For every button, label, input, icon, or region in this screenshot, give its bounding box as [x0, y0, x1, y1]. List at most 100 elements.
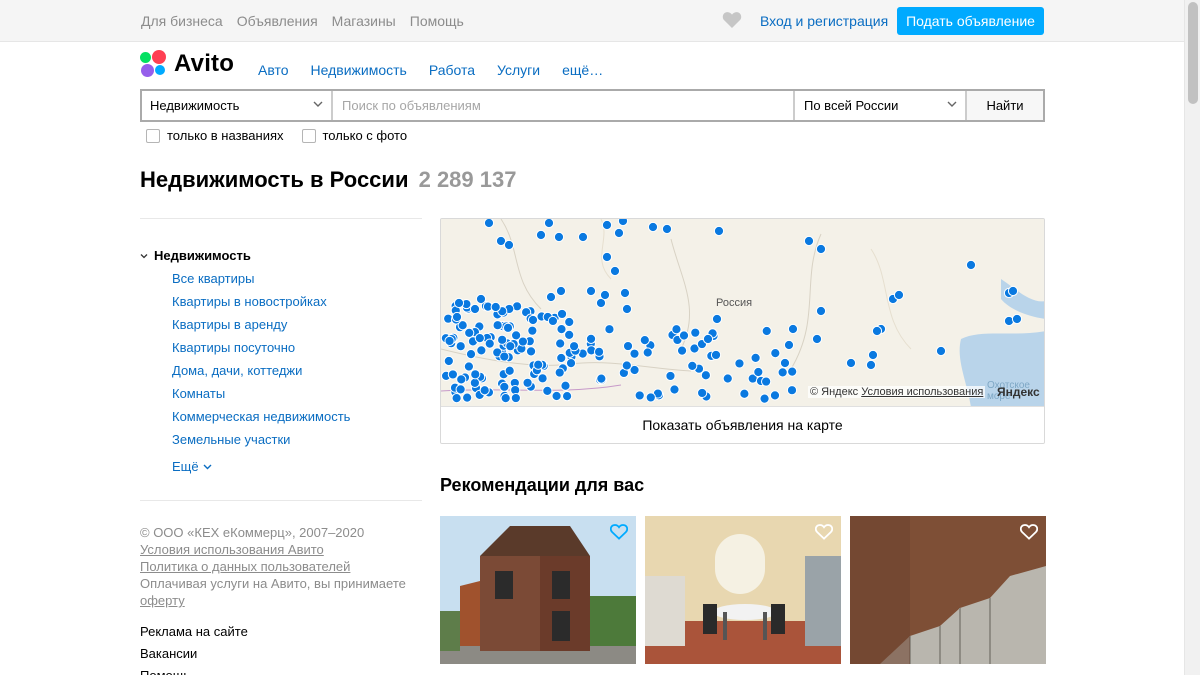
map-marker[interactable]	[609, 265, 621, 277]
map-marker[interactable]	[642, 347, 653, 358]
listings-map[interactable]: Россия Охотское море © Яндекс Условия ис…	[440, 218, 1045, 444]
map-marker[interactable]	[585, 333, 597, 345]
footer-link-jobs[interactable]: Вакансии	[140, 643, 248, 665]
map-marker[interactable]	[634, 390, 645, 401]
map-marker[interactable]	[484, 338, 495, 349]
map-marker[interactable]	[545, 291, 557, 303]
map-marker[interactable]	[687, 360, 698, 372]
post-ad-button[interactable]: Подать объявление	[897, 7, 1044, 35]
map-marker[interactable]	[527, 314, 539, 326]
map-marker[interactable]	[451, 311, 463, 323]
map-marker[interactable]	[556, 352, 567, 364]
map-marker[interactable]	[639, 335, 650, 346]
map-marker[interactable]	[456, 374, 467, 385]
map-marker[interactable]	[787, 366, 798, 377]
map-marker[interactable]	[483, 219, 495, 229]
map-marker[interactable]	[510, 392, 521, 404]
map-marker[interactable]	[779, 357, 791, 369]
page-scrollbar[interactable]	[1184, 0, 1200, 675]
map-marker[interactable]	[555, 285, 567, 297]
footer-link-help[interactable]: Помощь	[140, 665, 248, 675]
map-marker[interactable]	[470, 369, 481, 380]
sidebar-item-houses[interactable]: Дома, дачи, коттеджи	[172, 363, 350, 386]
map-marker[interactable]	[451, 393, 462, 404]
map-marker[interactable]	[734, 358, 745, 369]
map-marker[interactable]	[601, 219, 613, 231]
map-marker[interactable]	[463, 361, 475, 372]
map-marker[interactable]	[462, 392, 473, 403]
map-marker[interactable]	[469, 303, 481, 315]
map-marker[interactable]	[617, 219, 629, 227]
map-marker[interactable]	[593, 346, 605, 357]
map-marker[interactable]	[447, 369, 458, 380]
sidebar-item-daily[interactable]: Квартиры посуточно	[172, 340, 350, 363]
map-marker[interactable]	[811, 333, 823, 345]
map-marker[interactable]	[522, 377, 533, 388]
map-marker[interactable]	[739, 388, 750, 399]
map-marker[interactable]	[453, 297, 465, 309]
map-marker[interactable]	[465, 349, 477, 360]
sidebar-item-rent[interactable]: Квартиры в аренду	[172, 317, 350, 340]
category-select[interactable]: Недвижимость	[142, 91, 333, 120]
map-marker[interactable]	[815, 243, 827, 255]
sidebar-more[interactable]: Ещё	[172, 455, 350, 478]
map-marker[interactable]	[551, 390, 562, 402]
map-terms-link[interactable]: Условия использования	[861, 386, 983, 398]
map-marker[interactable]	[786, 385, 798, 396]
map-marker[interactable]	[568, 341, 580, 352]
map-marker[interactable]	[533, 359, 544, 370]
map-marker[interactable]	[537, 373, 548, 384]
map-marker[interactable]	[475, 293, 487, 305]
map-marker[interactable]	[621, 360, 632, 371]
map-marker[interactable]	[759, 393, 770, 404]
show-on-map-button[interactable]: Показать объявления на карте	[441, 406, 1044, 443]
nav-item-more[interactable]: ещё…	[562, 62, 603, 78]
map-marker[interactable]	[1007, 285, 1019, 297]
map-marker[interactable]	[499, 351, 510, 362]
map-marker[interactable]	[753, 366, 764, 378]
footer-privacy-link[interactable]: Политика о данных пользователей	[140, 558, 406, 575]
map-marker[interactable]	[647, 221, 659, 233]
map-marker[interactable]	[527, 325, 538, 336]
map-marker[interactable]	[935, 345, 947, 357]
sidebar-item-new-buildings[interactable]: Квартиры в новостройках	[172, 294, 350, 317]
map-marker[interactable]	[604, 324, 615, 335]
map-marker[interactable]	[490, 301, 501, 313]
map-marker[interactable]	[671, 324, 682, 335]
map-marker[interactable]	[561, 391, 573, 402]
search-input[interactable]	[333, 91, 793, 120]
map-marker[interactable]	[871, 325, 883, 337]
map-marker[interactable]	[711, 313, 723, 325]
map-marker[interactable]	[474, 333, 485, 344]
scrollbar-thumb[interactable]	[1188, 2, 1198, 104]
map-marker[interactable]	[502, 322, 514, 333]
top-link-business[interactable]: Для бизнеса	[141, 13, 223, 29]
map-marker[interactable]	[665, 370, 676, 382]
map-marker[interactable]	[700, 370, 711, 381]
listing-card-house[interactable]	[440, 516, 636, 664]
region-select[interactable]: По всей России	[793, 91, 965, 120]
map-marker[interactable]	[464, 327, 475, 338]
map-marker[interactable]	[547, 315, 559, 327]
map-marker[interactable]	[613, 227, 625, 239]
map-marker[interactable]	[661, 223, 673, 235]
map-marker[interactable]	[622, 340, 634, 352]
map-marker[interactable]	[722, 373, 733, 384]
favorite-heart-icon[interactable]	[815, 524, 833, 540]
map-marker[interactable]	[676, 345, 688, 356]
map-marker[interactable]	[455, 384, 466, 395]
map-marker[interactable]	[577, 231, 589, 243]
checkbox-box[interactable]	[146, 128, 160, 143]
map-marker[interactable]	[750, 352, 761, 363]
top-link-ads[interactable]: Объявления	[237, 13, 318, 29]
map-marker[interactable]	[443, 355, 454, 367]
map-marker[interactable]	[783, 339, 795, 351]
map-marker[interactable]	[713, 225, 725, 237]
map-marker[interactable]	[492, 320, 503, 331]
footer-terms-link[interactable]: Условия использования Авито	[140, 541, 406, 558]
map-marker[interactable]	[554, 367, 565, 378]
map-marker[interactable]	[815, 305, 827, 317]
nav-item-realty[interactable]: Недвижимость	[311, 62, 407, 78]
footer-link-ads[interactable]: Реклама на сайте	[140, 621, 248, 643]
map-marker[interactable]	[601, 251, 613, 263]
